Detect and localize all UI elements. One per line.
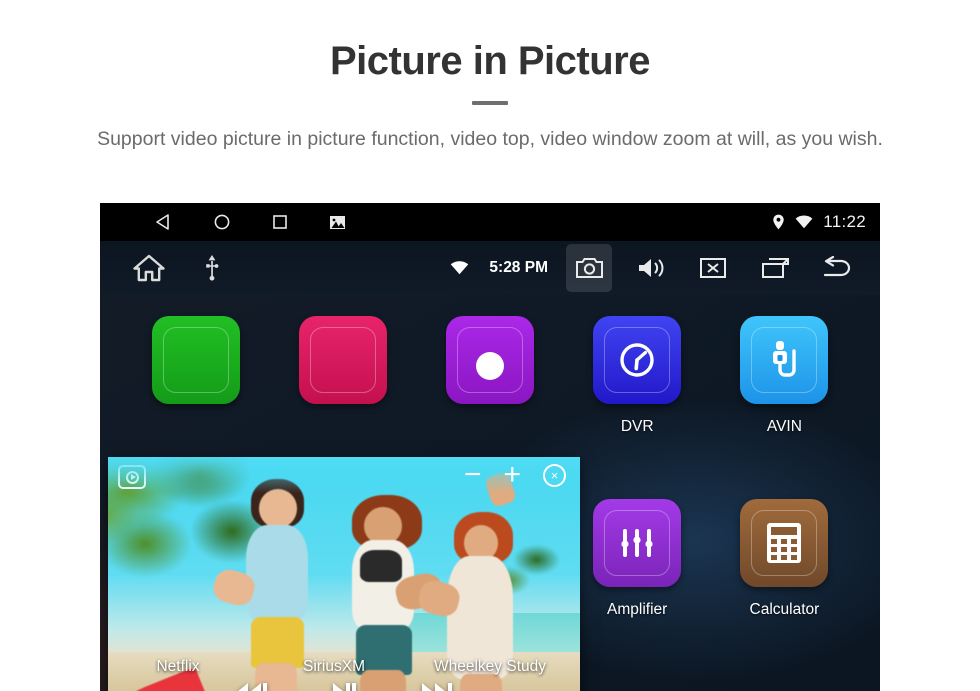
wifi-icon — [450, 261, 469, 275]
avin-plug-icon[interactable] — [740, 316, 829, 404]
app-label-amplifier: Amplifier — [607, 600, 668, 618]
android-nav-buttons — [155, 213, 346, 231]
app-label-calculator: Calculator — [749, 600, 820, 618]
pink-app-icon[interactable] — [298, 316, 387, 404]
wifi-icon — [795, 215, 813, 229]
pip-media-controls — [108, 683, 580, 691]
pip-titlebar: − + × — [108, 457, 580, 493]
pip-video-window[interactable]: seicane − + × — [108, 457, 580, 691]
app-cell-amplifier[interactable]: Amplifier — [564, 498, 711, 682]
home-circle-icon[interactable] — [213, 213, 231, 231]
video-person — [415, 471, 528, 691]
page-root: Picture in Picture Support video picture… — [0, 0, 980, 691]
back-button[interactable] — [814, 244, 860, 292]
title-divider — [472, 101, 508, 105]
calculator-icon[interactable] — [740, 498, 829, 587]
page-subtitle: Support video picture in picture functio… — [97, 128, 883, 150]
back-triangle-icon[interactable] — [155, 213, 173, 231]
play-pause-icon[interactable] — [332, 683, 356, 691]
close-button[interactable] — [690, 244, 736, 292]
toolbar-left-icons — [133, 254, 219, 282]
windows-stack-icon — [761, 257, 790, 280]
app-label-dvr: DVR — [620, 418, 654, 435]
back-arrow-icon — [820, 256, 854, 280]
volume-button[interactable] — [628, 244, 674, 292]
toolbar-clock: 5:28 PM — [489, 259, 548, 276]
status-bar-clock: 11:22 — [823, 212, 866, 231]
pip-zoom-in-button[interactable]: + — [503, 460, 521, 490]
recents-square-icon[interactable] — [271, 213, 289, 231]
screenshot-icon[interactable] — [329, 215, 346, 230]
home-icon[interactable] — [133, 254, 165, 282]
app-cell-avin[interactable]: AVIN — [711, 316, 858, 499]
speaker-icon — [637, 256, 666, 280]
pip-zoom-out-button[interactable]: − — [464, 460, 482, 490]
recents-button[interactable] — [752, 244, 798, 292]
app-label-avin: AVIN — [766, 418, 802, 435]
location-pin-icon — [772, 214, 785, 230]
camera-icon — [575, 256, 604, 280]
video-person — [335, 485, 445, 691]
amplifier-icon[interactable] — [593, 498, 682, 587]
video-person — [209, 479, 325, 691]
previous-track-icon[interactable] — [236, 683, 267, 691]
app-cell-dvr[interactable]: DVR — [564, 316, 711, 499]
next-track-icon[interactable] — [421, 683, 452, 691]
page-title: Picture in Picture — [330, 39, 650, 83]
usb-icon[interactable] — [205, 255, 219, 281]
app-cell-calculator[interactable]: Calculator — [711, 498, 858, 682]
camera-button[interactable] — [566, 244, 612, 292]
launcher-desktop: DVR AVIN Netfli — [100, 295, 880, 691]
status-bar-right: 11:22 — [772, 203, 866, 241]
android-status-bar: 11:22 — [100, 203, 880, 241]
close-box-icon — [699, 257, 727, 279]
purple-app-icon[interactable] — [445, 316, 534, 404]
device-screen: 11:22 5:28 PM DVR AVIN Amplifier Calcula… — [100, 203, 880, 691]
launcher-toolbar: 5:28 PM — [100, 241, 880, 295]
dvr-gauge-icon[interactable] — [593, 316, 682, 404]
green-app-icon[interactable] — [151, 316, 240, 404]
toolbar-right-icons: 5:28 PM — [450, 241, 860, 295]
pip-close-button[interactable]: × — [543, 463, 566, 487]
